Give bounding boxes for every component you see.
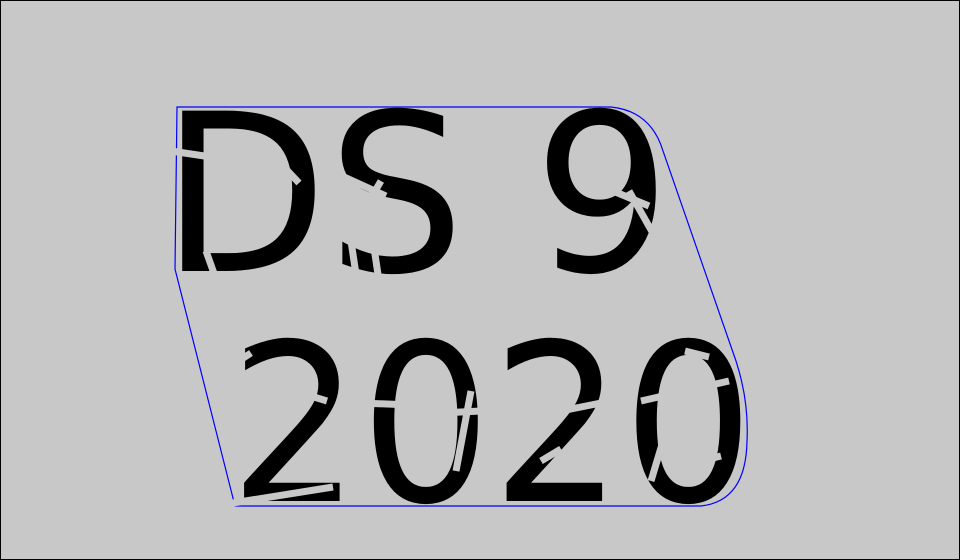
plate-line-2: 2020 (229, 297, 754, 553)
canvas: DS 9 2020 (1, 1, 959, 559)
plate-drawing: DS 9 2020 (161, 67, 754, 553)
plate-line-1: DS 9 (161, 67, 671, 323)
